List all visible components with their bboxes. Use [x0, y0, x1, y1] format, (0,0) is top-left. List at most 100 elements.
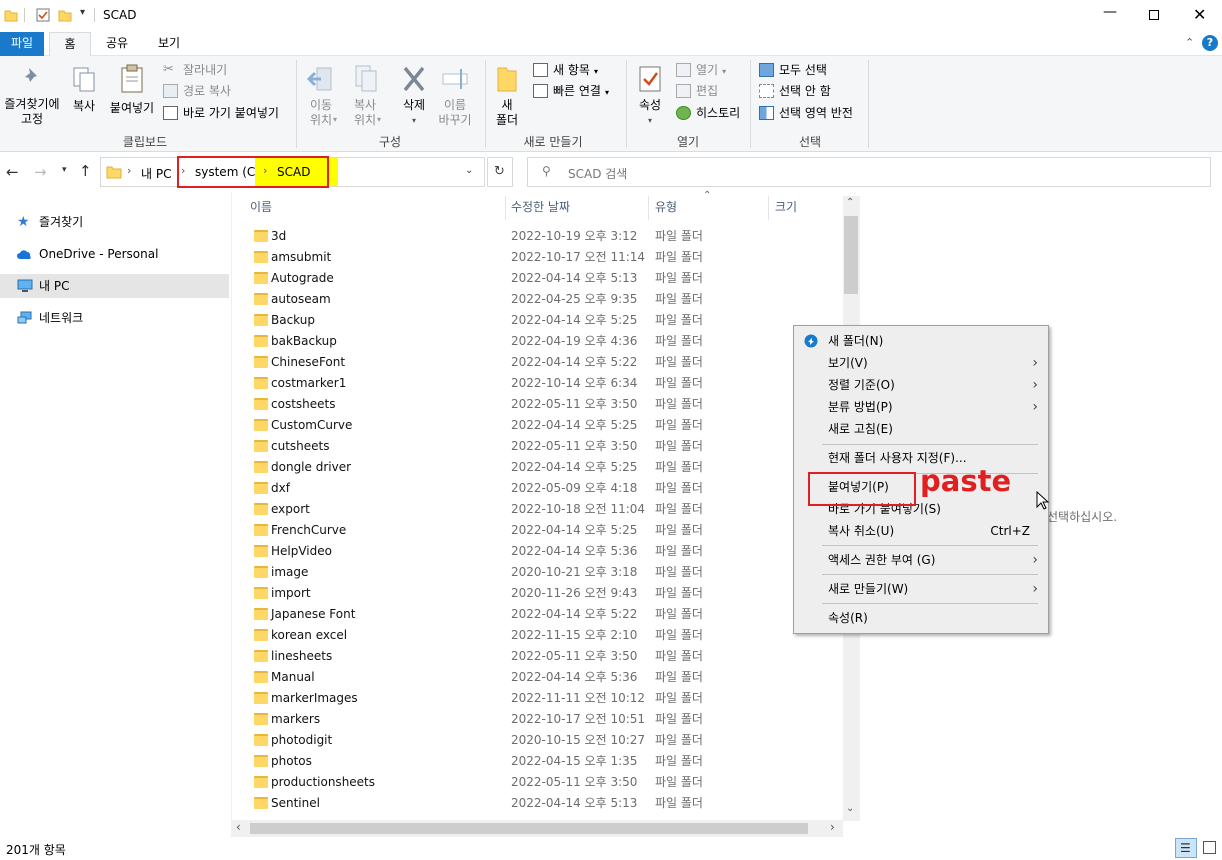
- select-none-button[interactable]: 선택 안 함: [759, 81, 831, 101]
- menu-label: 현재 폴더 사용자 지정(F)...: [828, 451, 967, 465]
- menu-item-view[interactable]: 보기(V) ›: [794, 352, 1048, 374]
- sidebar-item-favorites[interactable]: ★ 즐겨찾기: [0, 210, 229, 234]
- file-row[interactable]: Backup 2022-04-14 오후 5:25 파일 폴더: [250, 310, 840, 331]
- sidebar-item-this-pc[interactable]: 내 PC: [0, 274, 229, 298]
- menu-item-new-folder[interactable]: 새 폴더(N): [794, 330, 1048, 352]
- file-row[interactable]: 3d 2022-10-19 오후 3:12 파일 폴더: [250, 226, 840, 247]
- large-icons-view-button[interactable]: [1199, 838, 1221, 858]
- menu-item-undo-copy[interactable]: 복사 취소(U) Ctrl+Z: [794, 520, 1048, 542]
- file-row[interactable]: import 2020-11-26 오전 9:43 파일 폴더: [250, 583, 840, 604]
- file-row[interactable]: dongle driver 2022-04-14 오후 5:25 파일 폴더: [250, 457, 840, 478]
- open-button[interactable]: 열기 ▾: [676, 60, 726, 80]
- column-header-size[interactable]: 크기: [775, 198, 797, 218]
- file-row[interactable]: export 2022-10-18 오전 11:04 파일 폴더: [250, 499, 840, 520]
- pin-quick-access-button[interactable]: 즐겨찾기에 고정: [0, 66, 64, 127]
- address-dropdown-icon[interactable]: ⌄: [465, 165, 473, 176]
- breadcrumb-pc[interactable]: 내 PC: [141, 165, 171, 182]
- forward-arrow-icon[interactable]: →: [34, 163, 47, 181]
- details-view-button[interactable]: ☰: [1175, 838, 1197, 858]
- menu-item-group-by[interactable]: 분류 방법(P) ›: [794, 396, 1048, 418]
- column-header-date[interactable]: 수정한 날짜: [511, 198, 570, 218]
- tab-view[interactable]: 보기: [148, 32, 190, 56]
- menu-item-give-access[interactable]: 액세스 권한 부여 (G) ›: [794, 549, 1048, 571]
- file-row[interactable]: photodigit 2020-10-15 오전 10:27 파일 폴더: [250, 730, 840, 751]
- scroll-left-icon[interactable]: ‹: [236, 820, 241, 834]
- column-header-name[interactable]: 이름: [250, 198, 272, 218]
- breadcrumb-chevron-icon[interactable]: ›: [127, 164, 131, 177]
- file-row[interactable]: costmarker1 2022-10-14 오후 6:34 파일 폴더: [250, 373, 840, 394]
- up-arrow-icon[interactable]: ↑: [79, 162, 92, 180]
- back-arrow-icon[interactable]: ←: [6, 163, 19, 181]
- tab-home[interactable]: 홈: [49, 32, 91, 57]
- sort-indicator-icon: ⌃: [703, 190, 712, 201]
- customize-toolbar-icon[interactable]: ▾: [80, 7, 85, 18]
- file-row[interactable]: image 2020-10-21 오후 3:18 파일 폴더: [250, 562, 840, 583]
- new-folder-button[interactable]: 새 폴더: [488, 64, 526, 128]
- scroll-right-icon[interactable]: ›: [830, 820, 835, 834]
- paste-ribbon-button[interactable]: 붙여넣기: [106, 64, 158, 116]
- minimize-button[interactable]: —: [1103, 4, 1117, 20]
- new-folder-quick-icon[interactable]: [58, 8, 72, 22]
- tab-share[interactable]: 공유: [96, 32, 138, 56]
- file-row[interactable]: markerImages 2022-11-11 오전 10:12 파일 폴더: [250, 688, 840, 709]
- easy-access-button[interactable]: 빠른 연결 ▾: [533, 81, 609, 101]
- file-row[interactable]: linesheets 2022-05-11 오후 3:50 파일 폴더: [250, 646, 840, 667]
- sidebar-item-onedrive[interactable]: OneDrive - Personal: [0, 242, 229, 266]
- horizontal-scrollbar[interactable]: ‹ ›: [232, 820, 843, 837]
- scissors-icon: ✂: [163, 62, 174, 77]
- file-row[interactable]: Sentinel 2022-04-14 오후 5:13 파일 폴더: [250, 793, 840, 814]
- delete-button[interactable]: 삭제 ▾: [394, 64, 434, 128]
- file-row[interactable]: productionsheets 2022-05-11 오후 3:50 파일 폴더: [250, 772, 840, 793]
- file-row[interactable]: autoseam 2022-04-25 오후 9:35 파일 폴더: [250, 289, 840, 310]
- cut-button[interactable]: ✂ 잘라내기: [163, 60, 227, 80]
- file-row[interactable]: HelpVideo 2022-04-14 오후 5:36 파일 폴더: [250, 541, 840, 562]
- properties-label: 속성: [638, 98, 662, 112]
- rename-button[interactable]: 이름 바꾸기: [434, 64, 476, 128]
- paste-shortcut-button[interactable]: 바로 가기 붙여넣기: [163, 103, 279, 123]
- file-row[interactable]: Autograde 2022-04-14 오후 5:13 파일 폴더: [250, 268, 840, 289]
- column-header-type[interactable]: 유형: [655, 198, 677, 218]
- collapse-ribbon-icon[interactable]: ⌃: [1185, 36, 1194, 49]
- file-row[interactable]: cutsheets 2022-05-11 오후 3:50 파일 폴더: [250, 436, 840, 457]
- properties-quick-icon[interactable]: [36, 8, 50, 22]
- file-name: Backup: [271, 313, 315, 327]
- file-row[interactable]: FrenchCurve 2022-04-14 오후 5:25 파일 폴더: [250, 520, 840, 541]
- properties-button[interactable]: 속성 ▾: [630, 64, 670, 128]
- menu-item-properties[interactable]: 속성(R): [794, 607, 1048, 629]
- search-box[interactable]: ⚲ SCAD 검색: [527, 157, 1211, 187]
- scroll-up-icon[interactable]: ⌃: [846, 197, 854, 208]
- file-row[interactable]: dxf 2022-05-09 오후 4:18 파일 폴더: [250, 478, 840, 499]
- file-row[interactable]: CustomCurve 2022-04-14 오후 5:25 파일 폴더: [250, 415, 840, 436]
- copy-button[interactable]: 복사: [66, 66, 102, 114]
- invert-selection-button[interactable]: 선택 영역 반전: [759, 103, 853, 123]
- file-row[interactable]: amsubmit 2022-10-17 오전 11:14 파일 폴더: [250, 247, 840, 268]
- select-all-icon: [759, 63, 774, 77]
- file-row[interactable]: bakBackup 2022-04-19 오후 4:36 파일 폴더: [250, 331, 840, 352]
- file-name: import: [271, 586, 311, 600]
- file-row[interactable]: costsheets 2022-05-11 오후 3:50 파일 폴더: [250, 394, 840, 415]
- maximize-button[interactable]: [1149, 10, 1159, 20]
- scroll-thumb[interactable]: [250, 823, 808, 834]
- file-row[interactable]: Manual 2022-04-14 오후 5:36 파일 폴더: [250, 667, 840, 688]
- select-all-button[interactable]: 모두 선택: [759, 60, 827, 80]
- tab-file[interactable]: 파일: [0, 32, 44, 56]
- sidebar-item-network[interactable]: 네트워크: [0, 306, 229, 330]
- menu-item-sort-by[interactable]: 정렬 기준(O) ›: [794, 374, 1048, 396]
- history-button[interactable]: 히스토리: [676, 103, 740, 123]
- file-row[interactable]: korean excel 2022-11-15 오후 2:10 파일 폴더: [250, 625, 840, 646]
- menu-item-refresh[interactable]: 새로 고침(E): [794, 418, 1048, 440]
- copy-path-button[interactable]: 경로 복사: [163, 81, 231, 101]
- help-icon[interactable]: ?: [1202, 35, 1218, 51]
- refresh-button[interactable]: ↻: [487, 157, 513, 187]
- scroll-down-icon[interactable]: ⌄: [846, 803, 854, 814]
- menu-item-new[interactable]: 새로 만들기(W) ›: [794, 578, 1048, 600]
- file-row[interactable]: Japanese Font 2022-04-14 오후 5:22 파일 폴더: [250, 604, 840, 625]
- file-row[interactable]: photos 2022-04-15 오후 1:35 파일 폴더: [250, 751, 840, 772]
- edit-button[interactable]: 편집: [676, 81, 718, 101]
- scroll-thumb[interactable]: [844, 216, 858, 294]
- file-row[interactable]: markers 2022-10-17 오전 10:51 파일 폴더: [250, 709, 840, 730]
- recent-locations-icon[interactable]: ▾: [62, 165, 67, 175]
- close-button[interactable]: ✕: [1193, 5, 1206, 24]
- file-row[interactable]: ChineseFont 2022-04-14 오후 5:22 파일 폴더: [250, 352, 840, 373]
- new-item-button[interactable]: 새 항목 ▾: [533, 60, 598, 80]
